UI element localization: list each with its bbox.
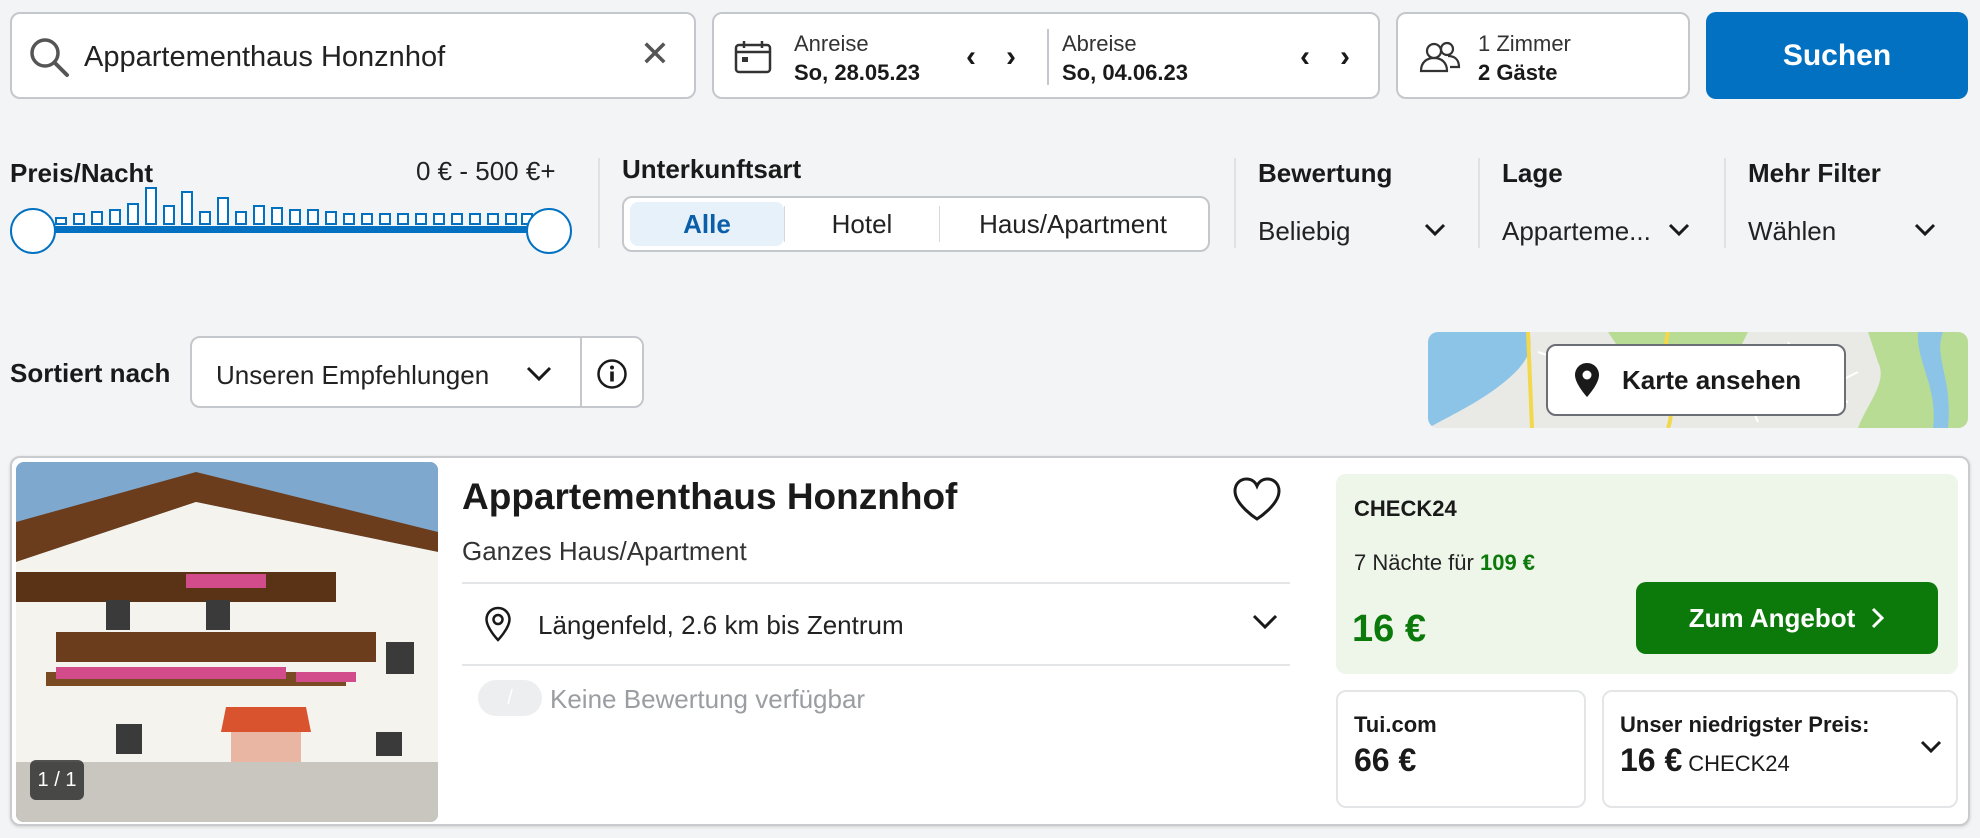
filter-divider [598, 158, 600, 248]
view-offer-button[interactable]: Zum Angebot [1636, 582, 1938, 654]
type-filter-title: Unterkunftsart [622, 154, 802, 184]
price-slider-track[interactable] [34, 226, 550, 233]
location-pin-icon [1575, 363, 1599, 397]
lowest-price-value: 16 € [1620, 742, 1683, 778]
search-button[interactable]: Suchen [1706, 12, 1968, 99]
filter-divider [1724, 158, 1726, 248]
map-preview[interactable]: Karte ansehen [1428, 332, 1968, 428]
divider [462, 582, 1290, 584]
hotel-photo[interactable]: 1 / 1 [16, 462, 438, 822]
location-filter-title: Lage [1502, 158, 1563, 188]
hotel-name[interactable]: Appartementhaus Honznhof [462, 476, 957, 518]
chevron-down-icon[interactable] [1252, 614, 1278, 630]
rating-badge: / [478, 680, 542, 716]
best-offer-panel[interactable]: CHECK24 7 Nächte für 109 € 16 € Zum Ange… [1336, 474, 1958, 674]
filter-divider [1478, 158, 1480, 248]
checkin-label: Anreise [794, 31, 869, 56]
alt-offer-price: 66 € [1354, 742, 1417, 778]
date-divider [1047, 29, 1049, 85]
offer-total-price: 109 € [1479, 550, 1536, 575]
divider [462, 664, 1290, 666]
location-dropdown[interactable]: Apparteme... [1502, 216, 1651, 247]
view-map-label: Karte ansehen [1622, 364, 1802, 395]
rooms-value: 1 Zimmer [1478, 31, 1571, 56]
chevron-down-icon[interactable] [1920, 740, 1942, 754]
checkout-prev-icon[interactable]: ‹ [1300, 42, 1310, 72]
type-option-apartment[interactable]: Haus/Apartment [940, 202, 1206, 246]
info-icon[interactable] [596, 358, 628, 390]
rating-text: Keine Bewertung verfügbar [550, 684, 866, 714]
checkout-label: Abreise [1062, 31, 1137, 56]
date-picker[interactable]: Anreise So, 28.05.23 ‹ › Abreise So, 04.… [712, 12, 1380, 99]
hotel-result-card[interactable]: 1 / 1 Appartementhaus Honznhof Ganzes Ha… [10, 456, 1970, 826]
type-option-all[interactable]: Alle [630, 202, 784, 246]
sort-label: Sortiert nach [10, 358, 171, 388]
checkout-value[interactable]: So, 04.06.23 [1062, 60, 1188, 86]
alt-offer-provider: Tui.com [1354, 712, 1437, 737]
chevron-down-icon[interactable] [1668, 222, 1690, 238]
hotel-location: Längenfeld, 2.6 km bis Zentrum [538, 610, 904, 640]
destination-input[interactable]: Appartementhaus Honznhof [84, 41, 445, 74]
more-filter-dropdown[interactable]: Wählen [1748, 216, 1836, 247]
chevron-down-icon[interactable] [526, 366, 552, 382]
lowest-price-provider: CHECK24 [1688, 751, 1790, 776]
search-bar: Appartementhaus Honznhof ✕ Anreise So, 2… [0, 0, 1980, 112]
rating-dropdown[interactable]: Beliebig [1258, 216, 1351, 247]
location-pin-icon [485, 606, 511, 642]
sort-divider [580, 338, 582, 406]
filter-divider [1234, 158, 1236, 248]
guests-value: 2 Gäste [1478, 60, 1558, 85]
calendar-icon [734, 41, 772, 74]
search-icon [30, 38, 69, 77]
checkin-next-icon[interactable]: › [1006, 42, 1016, 72]
offer-nights: 7 Nächte für 109 € [1354, 550, 1536, 575]
photo-counter: 1 / 1 [30, 760, 84, 800]
guests-picker[interactable]: 1 Zimmer 2 Gäste [1396, 12, 1690, 99]
type-segmented-control: Alle Hotel Haus/Apartment [622, 196, 1210, 252]
view-offer-label: Zum Angebot [1688, 602, 1856, 633]
lowest-price-box[interactable]: Unser niedrigster Preis: 16 € CHECK24 [1602, 690, 1958, 808]
sort-dropdown[interactable]: Unseren Empfehlungen [190, 336, 644, 408]
heart-icon[interactable] [1232, 476, 1282, 522]
checkout-next-icon[interactable]: › [1340, 42, 1350, 72]
hotel-type: Ganzes Haus/Apartment [462, 536, 747, 566]
rating-filter-title: Bewertung [1258, 158, 1393, 188]
price-slider-min-handle[interactable] [10, 208, 56, 254]
filter-bar: Preis/Nacht 0 € - 500 €+ Unterkunftsart … [0, 112, 1980, 272]
chevron-down-icon[interactable] [1914, 222, 1936, 238]
offer-price-per-night: 16 € [1352, 608, 1426, 650]
lowest-price-label: Unser niedrigster Preis: [1620, 712, 1870, 737]
price-slider-max-handle[interactable] [526, 208, 572, 254]
guests-icon [1419, 41, 1461, 73]
chevron-down-icon[interactable] [1424, 222, 1446, 238]
view-map-button[interactable]: Karte ansehen [1546, 344, 1846, 416]
checkin-prev-icon[interactable]: ‹ [966, 42, 976, 72]
price-histogram [55, 187, 533, 225]
chevron-right-icon [1872, 607, 1885, 629]
offer-provider: CHECK24 [1354, 496, 1457, 521]
destination-field[interactable]: Appartementhaus Honznhof ✕ [10, 12, 696, 99]
type-option-hotel[interactable]: Hotel [785, 202, 939, 246]
alt-offer-tui[interactable]: Tui.com 66 € [1336, 690, 1586, 808]
sort-value[interactable]: Unseren Empfehlungen [216, 360, 489, 391]
clear-icon[interactable]: ✕ [640, 34, 670, 74]
more-filter-title: Mehr Filter [1748, 158, 1881, 188]
checkin-value[interactable]: So, 28.05.23 [794, 60, 920, 86]
lowest-price-row: 16 € CHECK24 [1620, 742, 1790, 779]
